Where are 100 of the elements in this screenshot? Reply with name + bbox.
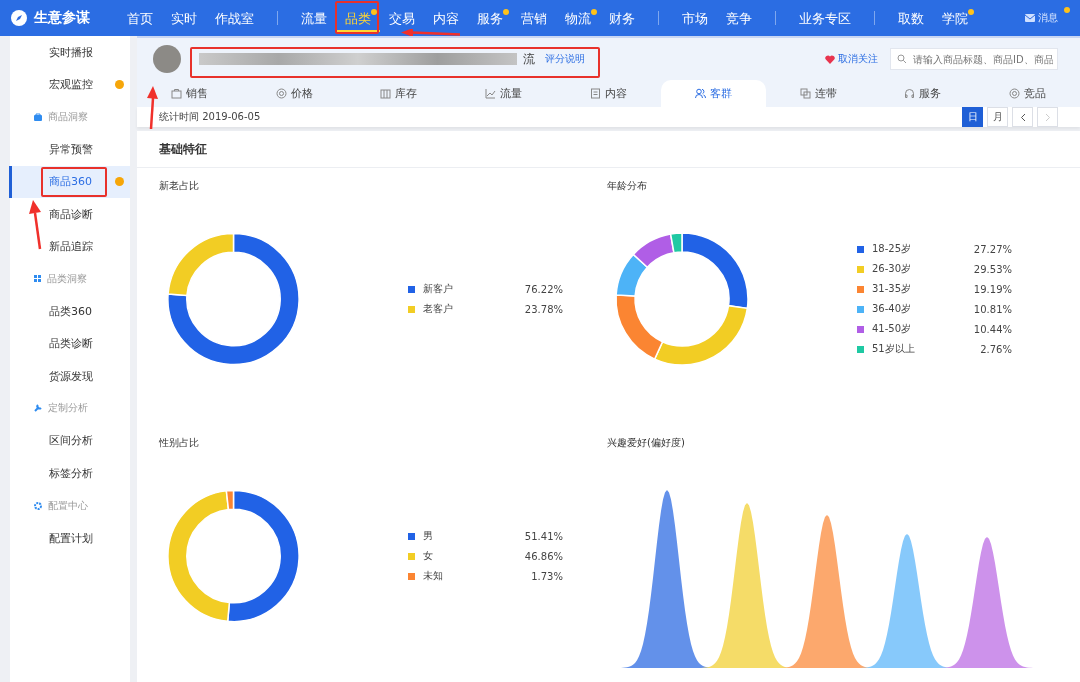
legend-value: 2.76% [979, 343, 1012, 355]
line-icon [485, 88, 497, 99]
nav-item[interactable]: 财务 [600, 8, 644, 32]
period-button[interactable]: 日 [962, 107, 983, 127]
tab[interactable]: 客群 [660, 80, 766, 107]
previous-button[interactable] [1012, 107, 1033, 127]
tab[interactable]: 销售 [137, 80, 242, 107]
legend-value: 10.81% [972, 303, 1012, 315]
nav-item[interactable]: 营销 [512, 8, 556, 32]
legend-label: 女 [423, 549, 434, 563]
grid-icon [34, 275, 41, 283]
headset-icon [904, 88, 916, 99]
tab[interactable]: 价格 [241, 80, 347, 107]
sidebar-section-title: 定制分析 [48, 401, 88, 416]
sidebar-section-title: 商品洞察 [48, 109, 88, 124]
sidebar-item[interactable]: 宏观监控 [9, 68, 130, 101]
nav-item[interactable]: 交易 [380, 8, 424, 32]
chevron-left-icon [1019, 112, 1026, 122]
nav-item[interactable]: 流量 [292, 8, 336, 32]
nav-item[interactable]: 实时 [162, 8, 206, 32]
nav-item[interactable]: 品类 [336, 8, 380, 32]
brand-name: 生意参谋 [34, 9, 90, 27]
legend-label: 41-50岁 [872, 322, 913, 336]
legend-label: 51岁以上 [872, 342, 916, 356]
legend-label: 18-25岁 [872, 242, 913, 256]
chart-title: 性别占比 [159, 437, 199, 448]
legend-label: 未知 [423, 569, 444, 583]
nav-item[interactable]: 市场 [673, 8, 717, 32]
sidebar-item[interactable]: 品类诊断 [9, 327, 130, 360]
legend-value: 76.22% [523, 283, 563, 295]
search-icon [897, 54, 907, 64]
legend-value: 27.27% [972, 243, 1012, 255]
chevron-right-icon [1044, 112, 1051, 122]
legend-value: 1.73% [530, 570, 563, 582]
chart-title: 新老占比 [159, 180, 199, 191]
sidebar-item[interactable]: 货源发现 [9, 359, 130, 393]
tab[interactable]: 服务 [870, 80, 976, 107]
nav-item[interactable]: 竞争 [717, 8, 761, 32]
sidebar-item[interactable]: 标签分析 [9, 457, 130, 490]
sidebar-item[interactable]: 区间分析 [9, 424, 130, 458]
sidebar-item[interactable]: 实时播报 [9, 36, 130, 69]
legend-value: 23.78% [523, 303, 563, 315]
nav-item[interactable]: 首页 [118, 8, 162, 32]
search-field[interactable]: 请输入商品标题、商品ID、商品 [890, 48, 1058, 70]
bag-icon [170, 88, 182, 99]
tab[interactable]: 库存 [346, 80, 452, 107]
tab[interactable]: 竞品 [975, 80, 1080, 107]
sidebar-item[interactable]: 异常预警 [9, 133, 130, 166]
sidebar-item[interactable]: 配置计划 [9, 521, 130, 555]
tab[interactable]: 连带 [765, 80, 871, 107]
heart-icon [825, 54, 835, 64]
target-icon [1009, 88, 1021, 99]
nav-item[interactable]: 取数 [889, 8, 933, 32]
annotation-box [41, 167, 107, 197]
sidebar-item[interactable]: 商品诊断 [9, 197, 130, 231]
nav-item[interactable]: 服务 [468, 8, 512, 32]
doc-icon [590, 88, 601, 99]
nav-item[interactable]: 内容 [424, 8, 468, 32]
nav-item[interactable]: 业务专区 [790, 8, 860, 32]
legend-label: 26-30岁 [872, 262, 913, 276]
mail-icon [1025, 14, 1035, 22]
box-icon [380, 88, 392, 99]
legend-label: 31-35岁 [872, 282, 913, 296]
tab[interactable]: 流量 [451, 80, 557, 107]
legend-label: 老客户 [423, 302, 454, 316]
legend-value: 46.86% [523, 550, 563, 562]
legend-value: 10.44% [972, 323, 1012, 335]
tab[interactable]: 内容 [556, 80, 661, 107]
section-title: 基础特征 [137, 131, 1080, 168]
annotation-arrow [145, 86, 159, 130]
people-icon [694, 88, 706, 99]
sidebar-section-title: 配置中心 [48, 498, 88, 513]
nav-item[interactable]: 作战室 [206, 8, 263, 32]
product-thumbnail-placeholder [153, 45, 181, 73]
nav-item[interactable]: 物流 [556, 8, 600, 32]
sidebar-section-title: 品类洞察 [47, 271, 87, 286]
annotation-arrow [28, 200, 44, 250]
sidebar-item[interactable]: 新品追踪 [9, 230, 130, 263]
unfollow-link[interactable]: 取消关注 [825, 52, 878, 66]
compass-logo-icon [10, 9, 28, 27]
settings-icon [34, 501, 42, 510]
legend-value: 51.41% [523, 530, 563, 542]
legend-value: 29.53% [972, 263, 1012, 275]
product-title: 流 [523, 50, 535, 68]
legend-value: 19.19% [972, 283, 1012, 295]
chart-title: 年龄分布 [607, 180, 647, 191]
stat-date: 统计时间 2019-06-05 [159, 110, 261, 124]
rating-info-link[interactable]: 评分说明 [545, 52, 585, 66]
legend-label: 新客户 [423, 282, 454, 296]
legend-label: 男 [423, 529, 434, 543]
chart-title: 兴趣爱好(偏好度) [607, 437, 685, 448]
sidebar-item[interactable]: 商品360 [9, 165, 130, 198]
nav-item[interactable]: 学院 [933, 8, 977, 32]
annotation-arrow [400, 29, 462, 36]
annotation-box [335, 1, 379, 34]
legend-label: 36-40岁 [872, 302, 913, 316]
messages-link[interactable]: 消息 [1019, 11, 1064, 25]
sidebar-item[interactable]: 品类360 [9, 295, 130, 328]
period-button[interactable]: 月 [987, 107, 1008, 127]
bag-icon [34, 112, 42, 121]
